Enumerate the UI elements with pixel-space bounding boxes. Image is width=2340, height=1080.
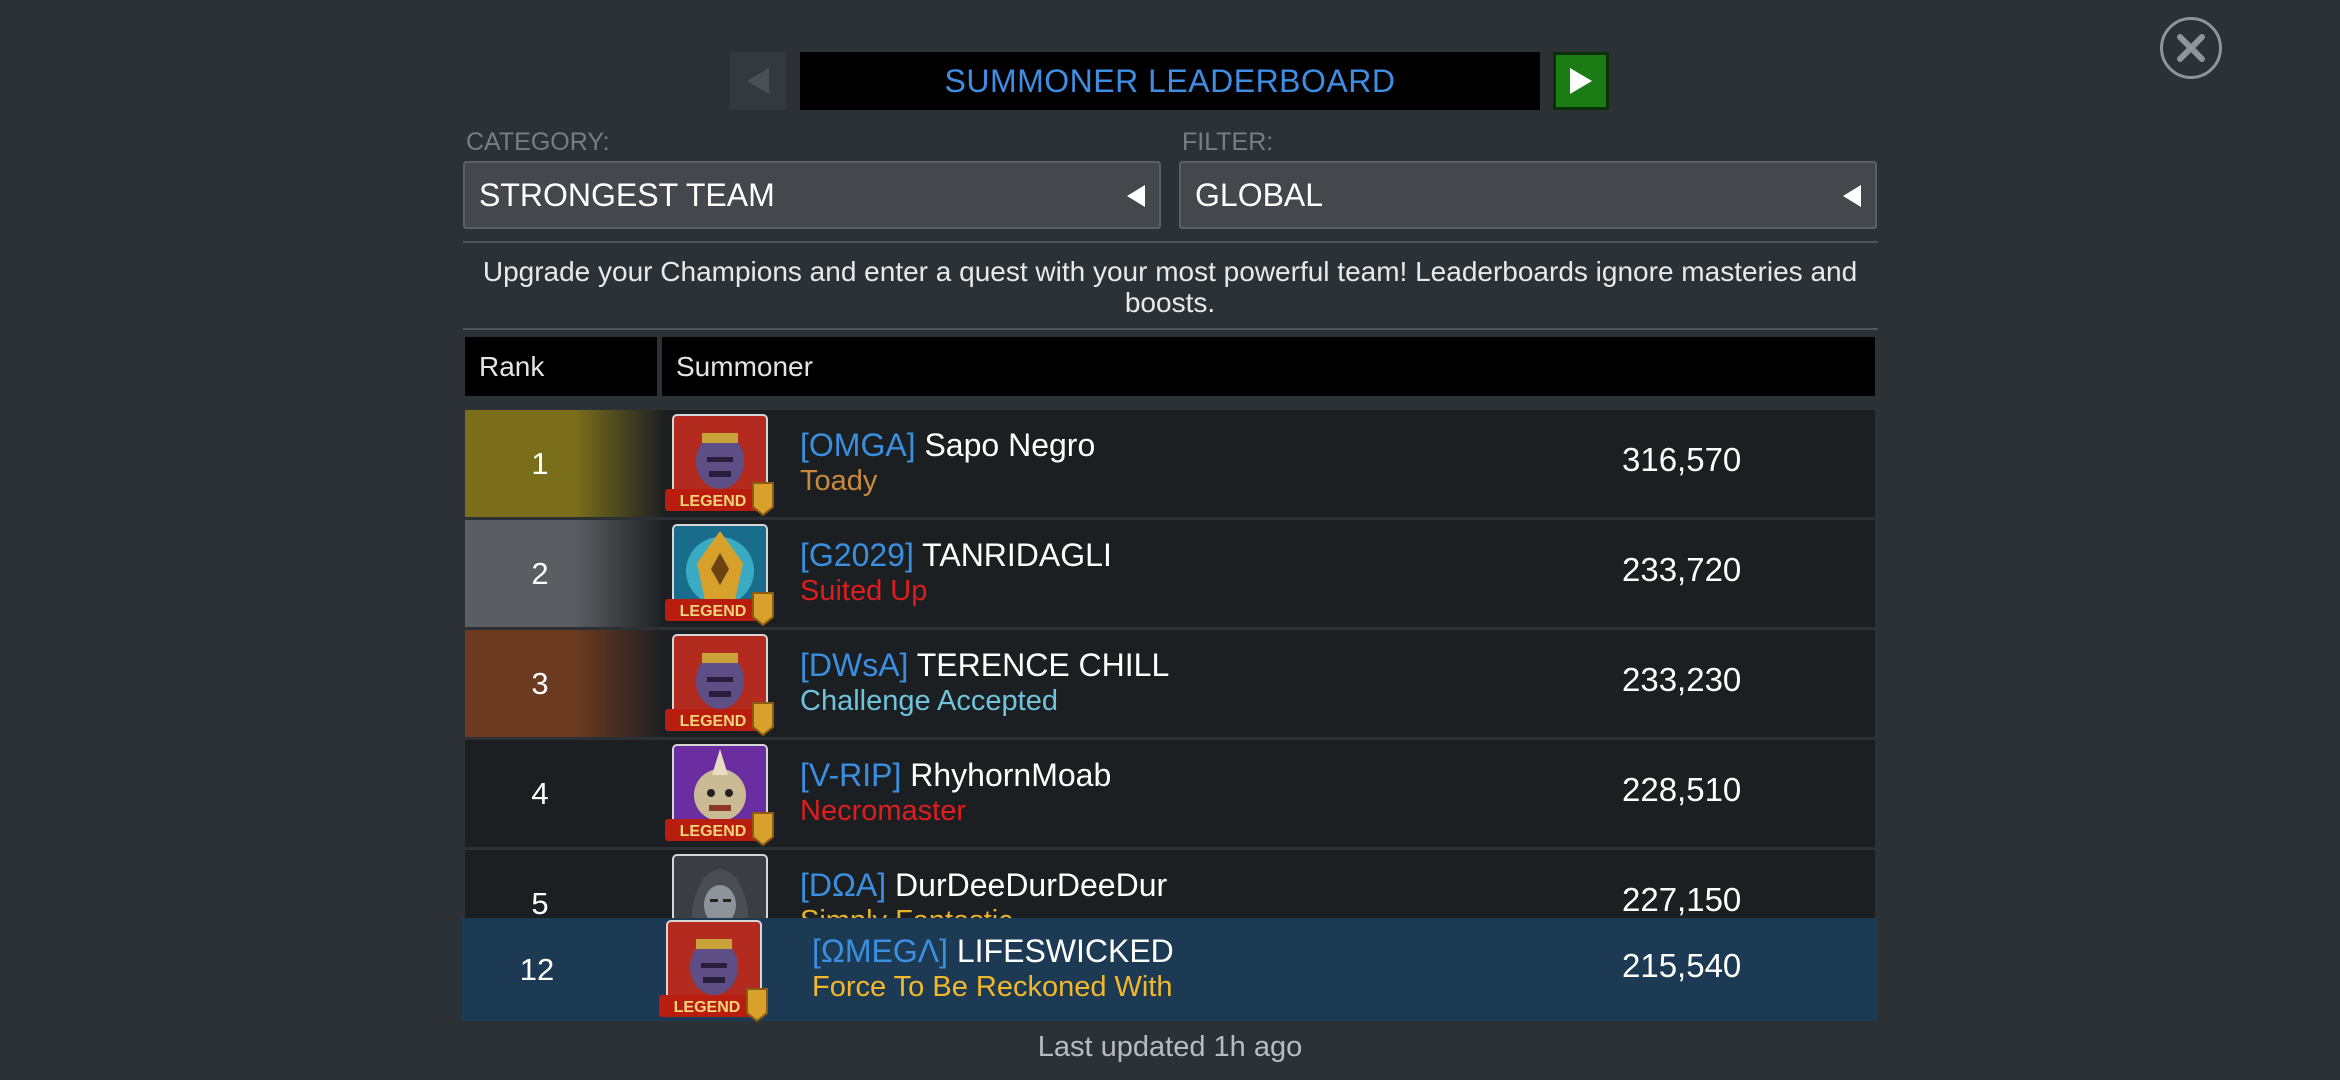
- rank-number: 12: [519, 951, 555, 987]
- rank-column-header: Rank: [465, 337, 657, 396]
- summoner-title: Toady: [800, 465, 878, 497]
- triangle-right-icon: [1570, 68, 1592, 94]
- team-rating: 215,540: [1622, 947, 1742, 984]
- summoner-title: Force To Be Reckoned With: [812, 971, 1173, 1003]
- summoner-name: Sapo Negro: [924, 427, 1096, 463]
- filter-label: FILTER:: [1182, 128, 1274, 156]
- summoner-title: Necromaster: [800, 795, 966, 827]
- category-dropdown[interactable]: STRONGEST TEAM: [463, 161, 1161, 229]
- rank-number: 5: [465, 850, 665, 918]
- filter-dropdown[interactable]: GLOBAL: [1179, 161, 1877, 229]
- leaderboard-description: Upgrade your Champions and enter a quest…: [482, 256, 1858, 318]
- summoner-name: LIFESWICKED: [956, 933, 1174, 969]
- filter-value: GLOBAL: [1195, 176, 1324, 213]
- close-icon: [2177, 34, 2205, 62]
- my-rank-row[interactable]: 12 LEGEND [ΩMEGΛ] LIFESWICKED Force To B…: [462, 918, 1878, 1023]
- alliance-tag: [DΩA]: [800, 867, 887, 903]
- triangle-left-icon: [747, 68, 769, 94]
- team-rating: 316,570: [1622, 441, 1742, 478]
- rank-number: 1: [465, 410, 665, 517]
- summoner-name: DurDeeDurDeeDur: [895, 867, 1168, 903]
- rank-number: 3: [465, 630, 665, 737]
- team-rating: 233,230: [1622, 661, 1742, 698]
- summoner-name: TANRIDAGLI: [922, 537, 1112, 573]
- horned-beast-avatar: LEGEND: [665, 743, 775, 847]
- alliance-tag: [V-RIP]: [800, 757, 902, 793]
- team-rating: 233,720: [1622, 551, 1742, 588]
- leaderboard-row[interactable]: 5LEGEND [DΩA] DurDeeDurDeeDurSimply Fanta…: [465, 850, 1875, 918]
- hooded-villain-avatar: LEGEND: [665, 853, 775, 918]
- team-rating: 227,150: [1622, 881, 1742, 918]
- leaderboard-row[interactable]: 3 LEGEND [DWsA] TERENCE CHILL Challenge Acc…: [465, 630, 1875, 737]
- purple-titan-avatar: LEGEND: [659, 919, 769, 1023]
- summoner-title: Challenge Accepted: [800, 685, 1058, 717]
- last-updated-text: Last updated 1h ago: [1037, 1031, 1303, 1063]
- summoner-name: RhyhornMoab: [910, 757, 1112, 793]
- previous-leaderboard-button[interactable]: [730, 52, 786, 110]
- alliance-tag: [G2029]: [800, 537, 914, 573]
- svg-text:LEGEND: LEGEND: [674, 999, 741, 1016]
- leaderboard-title: SUMMONER LEADERBOARD: [800, 52, 1540, 110]
- rank-number: 4: [465, 740, 665, 847]
- leaderboard-row[interactable]: 2 LEGEND [G2029] TANRIDAGLI Suited Up 233,72…: [465, 520, 1875, 627]
- category-value: STRONGEST TEAM: [479, 176, 775, 213]
- next-leaderboard-button[interactable]: [1553, 52, 1609, 110]
- leaderboard-row[interactable]: 1 LEGEND [OMGA] Sapo Negro Toady 316,570: [465, 410, 1875, 517]
- alliance-tag: [DWsA]: [800, 647, 909, 683]
- leaderboard-list[interactable]: 1 LEGEND [OMGA] Sapo Negro Toady 316,570 2 LEG…: [465, 410, 1875, 918]
- leaderboard-row[interactable]: 4 LEGEND [V-RIP] RhyhornMoab Necromaster 228…: [465, 740, 1875, 847]
- close-button[interactable]: [2160, 17, 2222, 79]
- purple-titan-avatar: LEGEND: [665, 633, 775, 737]
- divider: [463, 328, 1878, 330]
- rank-number: 2: [465, 520, 665, 627]
- alliance-tag: [ΩMEGΛ]: [812, 933, 948, 969]
- summoner-title: Simply Fantastic: [800, 904, 1167, 918]
- divider: [463, 241, 1878, 243]
- svg-text:LEGEND: LEGEND: [680, 713, 747, 730]
- golden-helmet-avatar: LEGEND: [665, 523, 775, 627]
- dropdown-arrow-icon: [1127, 185, 1145, 207]
- summoner-title: Suited Up: [800, 575, 928, 607]
- category-label: CATEGORY:: [466, 128, 610, 156]
- svg-text:LEGEND: LEGEND: [680, 823, 747, 840]
- summoner-name: TERENCE CHILL: [916, 647, 1170, 683]
- svg-text:LEGEND: LEGEND: [680, 603, 747, 620]
- summoner-column-header: Summoner: [662, 337, 1875, 396]
- team-rating: 228,510: [1622, 771, 1742, 808]
- svg-text:LEGEND: LEGEND: [680, 493, 747, 510]
- alliance-tag: [OMGA]: [800, 427, 916, 463]
- dropdown-arrow-icon: [1843, 185, 1861, 207]
- purple-titan-avatar: LEGEND: [665, 413, 775, 517]
